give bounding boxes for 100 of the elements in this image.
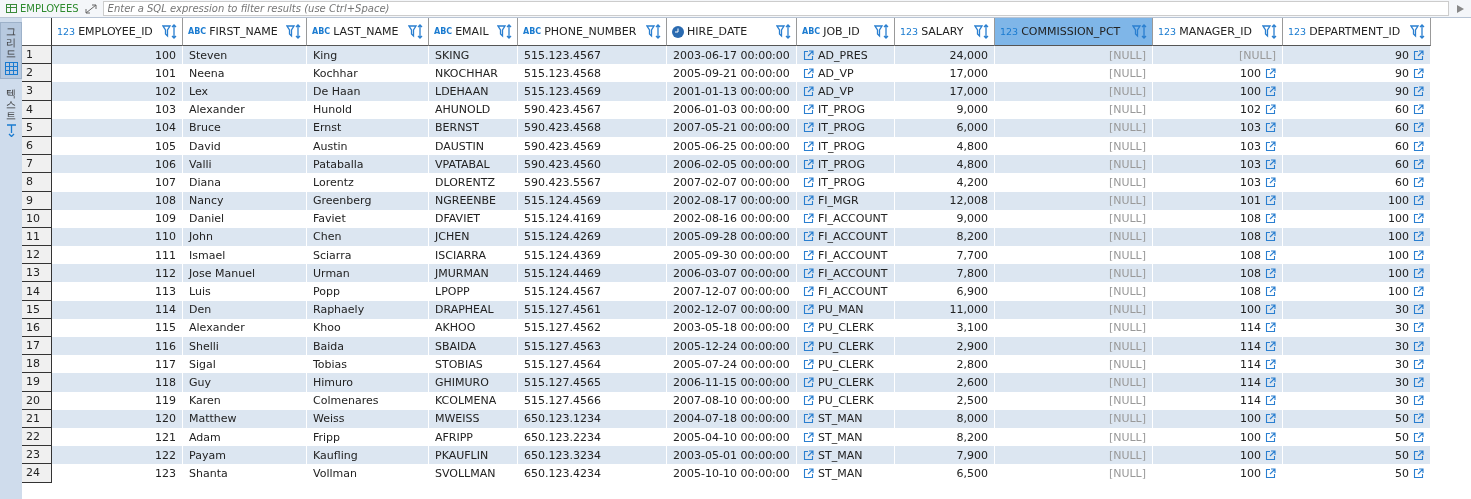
link-icon[interactable] xyxy=(1265,67,1276,79)
link-icon[interactable] xyxy=(803,304,814,316)
link-icon[interactable] xyxy=(1265,358,1276,370)
link-icon[interactable] xyxy=(1265,231,1276,243)
link-icon[interactable] xyxy=(1413,267,1424,279)
link-icon[interactable] xyxy=(1265,395,1276,407)
column-header[interactable]: ABC LAST_NAME xyxy=(307,18,429,46)
link-icon[interactable] xyxy=(1413,395,1424,407)
link-icon[interactable] xyxy=(1265,195,1276,207)
link-icon[interactable] xyxy=(1413,449,1424,461)
link-icon[interactable] xyxy=(1265,304,1276,316)
link-icon[interactable] xyxy=(803,286,814,298)
link-icon[interactable] xyxy=(803,395,814,407)
link-icon[interactable] xyxy=(1265,431,1276,443)
filter-sort-icon[interactable] xyxy=(874,24,889,39)
link-icon[interactable] xyxy=(1413,431,1424,443)
link-icon[interactable] xyxy=(803,231,814,243)
link-icon[interactable] xyxy=(1413,67,1424,79)
column-header[interactable]: 123 MANAGER_ID xyxy=(1153,18,1283,46)
link-icon[interactable] xyxy=(803,85,814,97)
expand-icon[interactable] xyxy=(84,3,97,14)
row-number[interactable]: 19 xyxy=(22,373,52,392)
row-number[interactable]: 24 xyxy=(22,464,52,483)
link-icon[interactable] xyxy=(1265,104,1276,116)
link-icon[interactable] xyxy=(1265,85,1276,97)
row-number[interactable]: 1 xyxy=(22,46,52,65)
column-header[interactable]: 123 COMMISSION_PCT xyxy=(995,18,1153,46)
row-number[interactable]: 7 xyxy=(22,155,52,174)
row-number[interactable]: 13 xyxy=(22,264,52,283)
row-number[interactable]: 23 xyxy=(22,446,52,465)
row-number[interactable]: 17 xyxy=(22,337,52,356)
link-icon[interactable] xyxy=(803,413,814,425)
link-icon[interactable] xyxy=(803,67,814,79)
link-icon[interactable] xyxy=(1265,340,1276,352)
link-icon[interactable] xyxy=(1265,267,1276,279)
link-icon[interactable] xyxy=(1413,85,1424,97)
link-icon[interactable] xyxy=(1413,104,1424,116)
link-icon[interactable] xyxy=(803,158,814,170)
link-icon[interactable] xyxy=(1413,358,1424,370)
link-icon[interactable] xyxy=(1413,376,1424,388)
column-header[interactable]: ABC FIRST_NAME xyxy=(183,18,307,46)
link-icon[interactable] xyxy=(1413,467,1424,479)
link-icon[interactable] xyxy=(803,431,814,443)
view-tab[interactable]: 텍스트 xyxy=(0,85,22,140)
link-icon[interactable] xyxy=(803,449,814,461)
column-header[interactable]: 123 DEPARTMENT_ID xyxy=(1283,18,1431,46)
link-icon[interactable] xyxy=(1413,176,1424,188)
link-icon[interactable] xyxy=(803,49,814,61)
link-icon[interactable] xyxy=(803,213,814,225)
row-number[interactable]: 3 xyxy=(22,82,52,101)
link-icon[interactable] xyxy=(803,340,814,352)
column-header[interactable]: HIRE_DATE xyxy=(667,18,797,46)
row-number[interactable]: 14 xyxy=(22,282,52,301)
grid-corner[interactable] xyxy=(22,18,52,46)
link-icon[interactable] xyxy=(803,267,814,279)
filter-field[interactable]: Enter a SQL expression to filter results (use Ctrl+Space) xyxy=(102,1,1449,16)
filter-sort-icon[interactable] xyxy=(776,24,791,39)
link-icon[interactable] xyxy=(1265,176,1276,188)
link-icon[interactable] xyxy=(803,104,814,116)
play-icon[interactable] xyxy=(1455,3,1465,14)
link-icon[interactable] xyxy=(803,140,814,152)
link-icon[interactable] xyxy=(1413,413,1424,425)
link-icon[interactable] xyxy=(803,322,814,334)
link-icon[interactable] xyxy=(1265,249,1276,261)
link-icon[interactable] xyxy=(1265,286,1276,298)
link-icon[interactable] xyxy=(1413,340,1424,352)
link-icon[interactable] xyxy=(1413,195,1424,207)
link-icon[interactable] xyxy=(1413,322,1424,334)
link-icon[interactable] xyxy=(1265,158,1276,170)
link-icon[interactable] xyxy=(1265,413,1276,425)
filter-sort-icon[interactable] xyxy=(497,24,512,39)
link-icon[interactable] xyxy=(1265,213,1276,225)
row-number[interactable]: 2 xyxy=(22,64,52,83)
link-icon[interactable] xyxy=(1265,322,1276,334)
filter-sort-icon[interactable] xyxy=(646,24,661,39)
filter-sort-icon[interactable] xyxy=(408,24,423,39)
row-number[interactable]: 18 xyxy=(22,355,52,374)
filter-sort-icon[interactable] xyxy=(286,24,301,39)
link-icon[interactable] xyxy=(1413,140,1424,152)
link-icon[interactable] xyxy=(1413,49,1424,61)
column-header[interactable]: 123 EMPLOYEE_ID xyxy=(52,18,183,46)
link-icon[interactable] xyxy=(1265,467,1276,479)
link-icon[interactable] xyxy=(803,467,814,479)
filter-sort-icon[interactable] xyxy=(162,24,177,39)
link-icon[interactable] xyxy=(1265,376,1276,388)
link-icon[interactable] xyxy=(803,176,814,188)
link-icon[interactable] xyxy=(803,376,814,388)
link-icon[interactable] xyxy=(1413,249,1424,261)
filter-sort-icon[interactable] xyxy=(1262,24,1277,39)
link-icon[interactable] xyxy=(1413,231,1424,243)
link-icon[interactable] xyxy=(1413,286,1424,298)
link-icon[interactable] xyxy=(1265,449,1276,461)
link-icon[interactable] xyxy=(1413,122,1424,134)
column-header[interactable]: ABC JOB_ID xyxy=(797,18,895,46)
link-icon[interactable] xyxy=(1413,213,1424,225)
link-icon[interactable] xyxy=(803,249,814,261)
link-icon[interactable] xyxy=(1265,140,1276,152)
table-name[interactable]: EMPLOYEES xyxy=(6,3,79,14)
view-tab[interactable]: 그리드 xyxy=(0,22,22,79)
link-icon[interactable] xyxy=(803,358,814,370)
